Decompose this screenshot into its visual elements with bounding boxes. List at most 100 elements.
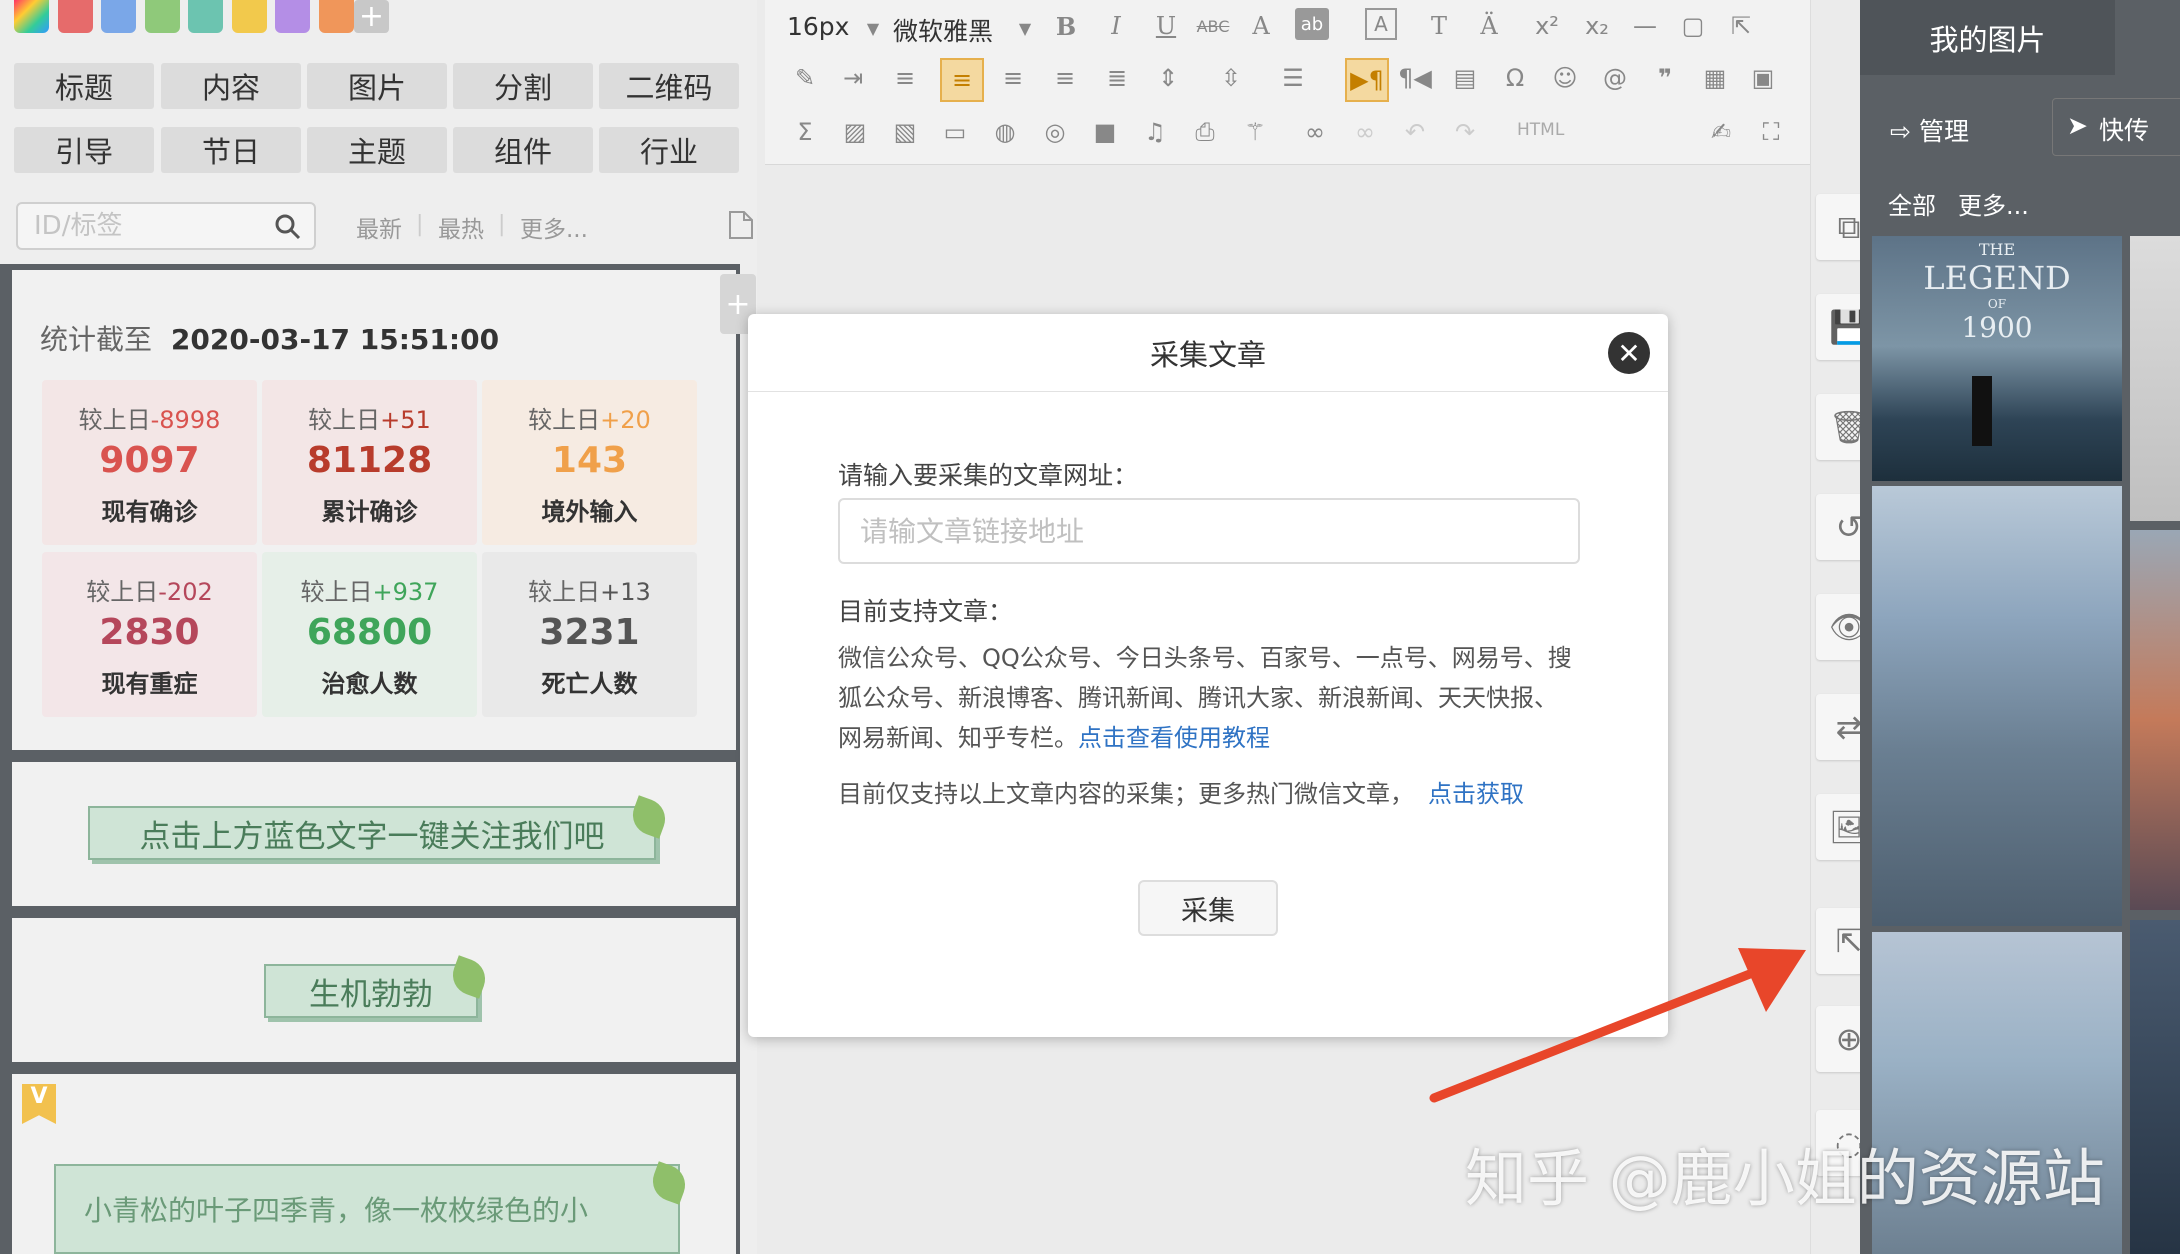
- subscript-icon[interactable]: x₂: [1579, 8, 1615, 44]
- page-icon[interactable]: ▢: [1675, 8, 1711, 44]
- image-thumbnail-legend-1900[interactable]: THE LEGEND OF 1900: [1872, 236, 2122, 481]
- search-input[interactable]: [18, 204, 268, 248]
- table-icon[interactable]: ▦: [1697, 60, 1733, 96]
- filter-hottest[interactable]: 最热: [438, 210, 484, 244]
- outdent-icon[interactable]: ≡: [887, 60, 923, 96]
- close-icon[interactable]: ✕: [1608, 332, 1650, 374]
- emoji-icon[interactable]: ☺: [1547, 60, 1583, 96]
- category-divider[interactable]: 分割: [453, 63, 593, 109]
- music-icon[interactable]: ♫: [1137, 114, 1173, 150]
- palette-swatch[interactable]: [101, 0, 136, 33]
- filter-more[interactable]: 更多...: [1958, 186, 2029, 221]
- magic-wand-icon[interactable]: ⚚: [1237, 114, 1273, 150]
- letter-spacing-icon[interactable]: Ä: [1471, 8, 1507, 44]
- font-color-icon[interactable]: A: [1243, 8, 1279, 44]
- font-size-select[interactable]: 16px: [787, 12, 849, 41]
- chevron-down-icon[interactable]: ▼: [855, 10, 891, 46]
- list-icon[interactable]: ☰: [1275, 60, 1311, 96]
- special-char-icon[interactable]: Ω: [1497, 60, 1533, 96]
- line-height-icon[interactable]: ⇕: [1150, 60, 1186, 96]
- image-thumbnail[interactable]: [2130, 236, 2180, 521]
- format-brush-icon[interactable]: ▤: [1447, 60, 1483, 96]
- align-justify-icon[interactable]: ≣: [1099, 60, 1135, 96]
- category-industry[interactable]: 行业: [599, 127, 739, 173]
- stat-delta: 较上日-8998: [78, 406, 221, 434]
- align-left-icon[interactable]: ≡: [940, 58, 984, 102]
- paste-word-icon[interactable]: ▣: [1745, 60, 1781, 96]
- superscript-icon[interactable]: x²: [1529, 8, 1565, 44]
- add-color-icon[interactable]: +: [354, 0, 389, 34]
- palette-swatch[interactable]: [319, 0, 354, 33]
- strikethrough-icon[interactable]: ABC: [1195, 8, 1231, 44]
- get-articles-link[interactable]: 点击获取: [1428, 780, 1524, 808]
- category-holiday[interactable]: 节日: [161, 127, 301, 173]
- text-format-icon[interactable]: T: [1421, 8, 1457, 44]
- image-thumbnail[interactable]: [2130, 530, 2180, 910]
- search-icon[interactable]: [274, 213, 302, 241]
- palette-swatch[interactable]: [188, 0, 223, 33]
- text-border-icon[interactable]: A: [1365, 8, 1397, 40]
- quick-upload-button[interactable]: ➤ 快传: [2052, 98, 2180, 156]
- category-guide[interactable]: 引导: [14, 127, 154, 173]
- highlight-icon[interactable]: ab: [1295, 8, 1329, 40]
- stat-imported: 较上日+20 143 境外输入: [482, 380, 697, 545]
- palette-swatch[interactable]: [145, 0, 180, 33]
- unlink-icon[interactable]: ∞: [1347, 114, 1383, 150]
- filter-all[interactable]: 全部: [1888, 186, 1936, 221]
- redo-icon[interactable]: ↷: [1447, 114, 1483, 150]
- rtl-icon[interactable]: ¶◀: [1397, 60, 1433, 96]
- formula-icon[interactable]: Σ: [787, 114, 823, 150]
- palette-icon[interactable]: ◍: [987, 114, 1023, 150]
- align-right-icon[interactable]: ≡: [1047, 60, 1083, 96]
- category-content[interactable]: 内容: [161, 63, 301, 109]
- chevron-down-icon[interactable]: ▼: [1007, 10, 1043, 46]
- edit-icon[interactable]: ✍: [1703, 114, 1739, 150]
- category-component[interactable]: 组件: [453, 127, 593, 173]
- filter-more[interactable]: 更多...: [520, 210, 588, 244]
- eraser-icon[interactable]: ✎: [787, 60, 823, 96]
- manage-button[interactable]: ⇨ 管理: [1890, 112, 1969, 148]
- align-center-icon[interactable]: ≡: [995, 60, 1031, 96]
- ltr-icon[interactable]: ▶¶: [1345, 58, 1389, 102]
- html-source-button[interactable]: HTML: [1517, 120, 1564, 140]
- palette-swatch[interactable]: [275, 0, 310, 33]
- image-thumbnail-city-clouds[interactable]: [1872, 486, 2122, 926]
- palette-swatch[interactable]: [232, 0, 267, 33]
- category-theme[interactable]: 主题: [307, 127, 447, 173]
- vitality-banner-card[interactable]: 生机勃勃: [12, 918, 736, 1062]
- undo-icon[interactable]: ↶: [1397, 114, 1433, 150]
- tutorial-link[interactable]: 点击查看使用教程: [1078, 724, 1270, 752]
- video-icon[interactable]: ■: [1087, 114, 1123, 150]
- covid-stats-card[interactable]: 统计截至 2020-03-17 15:51:00 较上日-8998 9097 现…: [12, 270, 736, 750]
- collect-button[interactable]: 采集: [1138, 880, 1278, 936]
- category-image[interactable]: 图片: [307, 63, 447, 109]
- pine-banner-card[interactable]: V 小青松的叶子四季青，像一枚枚绿色的小: [12, 1074, 736, 1254]
- follow-banner-card[interactable]: 点击上方蓝色文字一键关注我们吧: [12, 762, 736, 906]
- palette-swatch[interactable]: [58, 0, 93, 33]
- export-icon[interactable]: ⇱: [1723, 8, 1759, 44]
- color-wheel-icon[interactable]: [14, 0, 49, 33]
- article-url-input[interactable]: [838, 498, 1580, 564]
- bold-icon[interactable]: B: [1048, 8, 1084, 44]
- fullscreen-icon[interactable]: ⛶: [1753, 114, 1789, 150]
- image-icon[interactable]: ▨: [837, 114, 873, 150]
- filter-latest[interactable]: 最新: [356, 210, 402, 244]
- underline-icon[interactable]: U: [1148, 8, 1184, 44]
- link-icon[interactable]: ∞: [1297, 114, 1333, 150]
- quote-icon[interactable]: ❞: [1647, 60, 1683, 96]
- image-thumbnail[interactable]: [2130, 920, 2180, 1254]
- category-qrcode[interactable]: 二维码: [599, 63, 739, 109]
- indent-icon[interactable]: ⇥: [835, 60, 871, 96]
- follow-banner-text: 点击上方蓝色文字一键关注我们吧: [139, 818, 605, 855]
- category-title[interactable]: 标题: [14, 63, 154, 109]
- horizontal-rule-icon[interactable]: —: [1627, 8, 1663, 44]
- attachment-icon[interactable]: ⎙: [1187, 114, 1223, 150]
- multi-image-icon[interactable]: ▧: [887, 114, 923, 150]
- screen-icon[interactable]: ▭: [937, 114, 973, 150]
- paragraph-spacing-icon[interactable]: ⇳: [1213, 60, 1249, 96]
- italic-icon[interactable]: I: [1098, 8, 1134, 44]
- font-family-select[interactable]: 微软雅黑: [893, 12, 993, 48]
- map-pin-icon[interactable]: ◎: [1037, 114, 1073, 150]
- anchor-icon[interactable]: @: [1597, 60, 1633, 96]
- document-icon[interactable]: [728, 210, 754, 240]
